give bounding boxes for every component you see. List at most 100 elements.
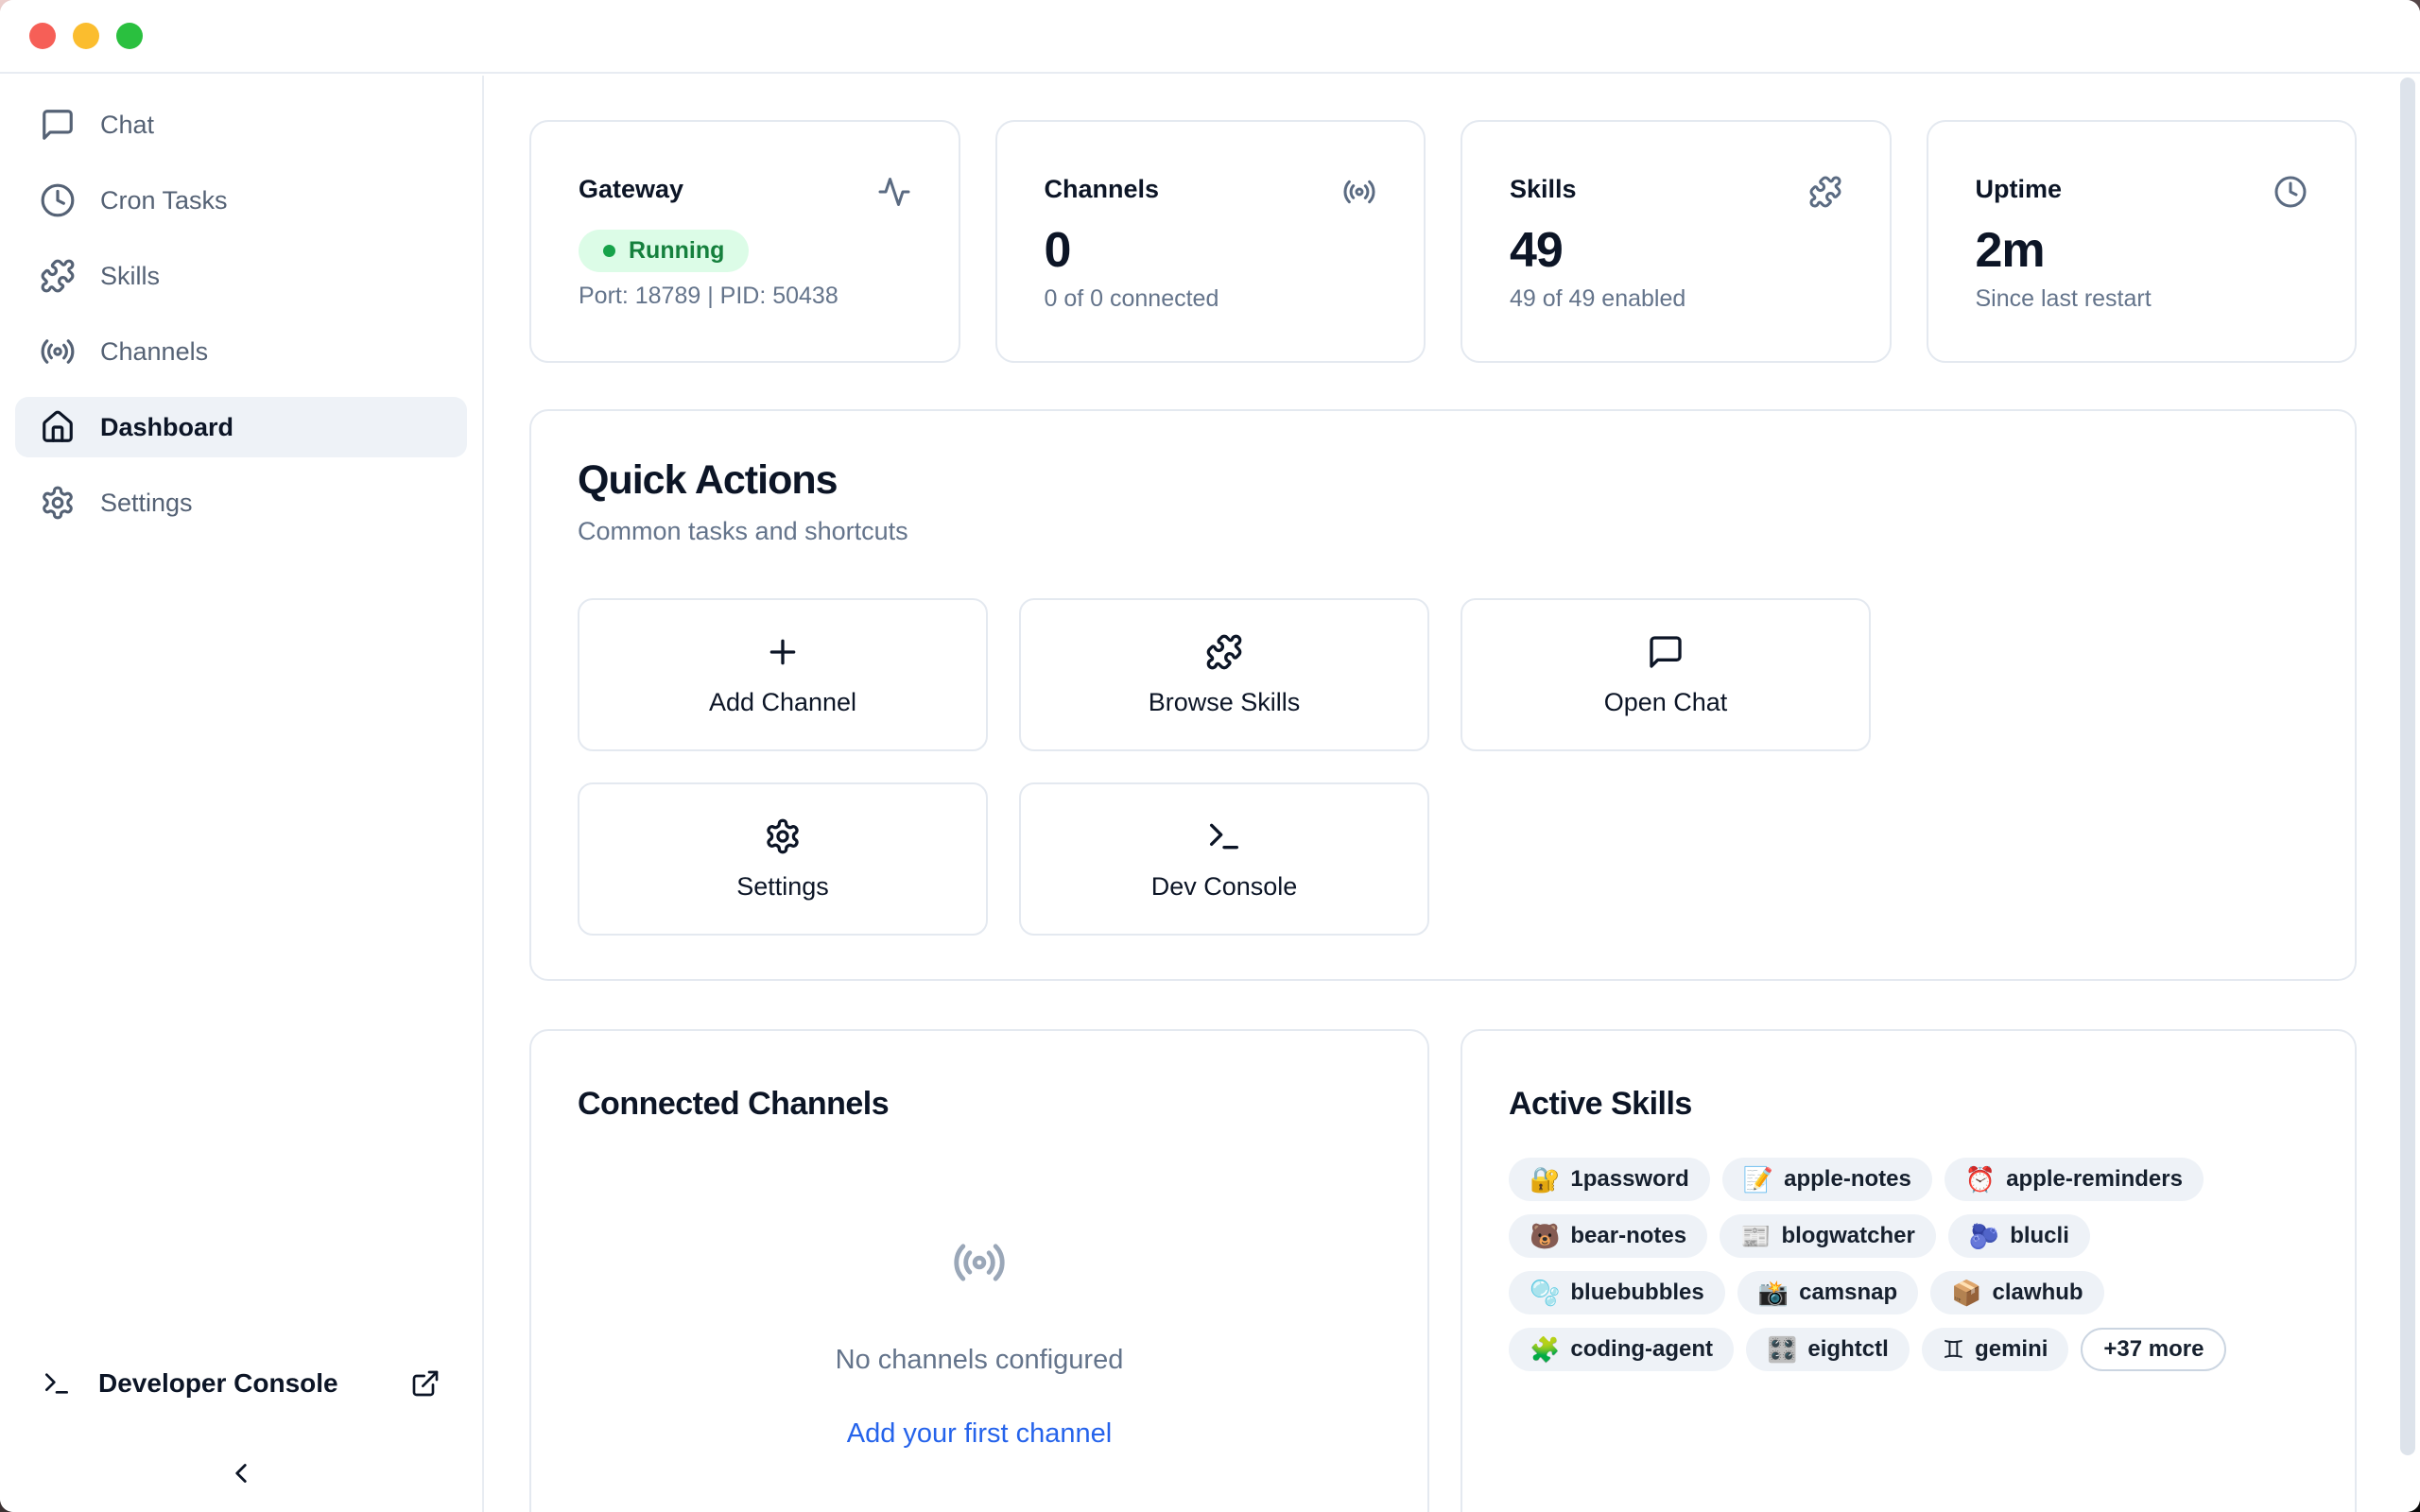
sidebar-item-cron-tasks[interactable]: Cron Tasks (15, 170, 467, 231)
sidebar-item-channels[interactable]: Channels (15, 321, 467, 382)
stats-row: Gateway Running Port: 18789 | PID: 50438… (529, 120, 2357, 363)
skills-detail: 49 of 49 enabled (1510, 284, 1842, 313)
skill-name: clawhub (1993, 1280, 2083, 1306)
radio-icon (40, 334, 76, 369)
quick-actions-grid: Add Channel Browse Skills Open Chat Sett… (578, 598, 2308, 936)
gear-icon (40, 485, 76, 521)
uptime-card: Uptime 2m Since last restart (1927, 120, 2358, 363)
vertical-scrollbar-thumb[interactable] (2400, 77, 2415, 1455)
connected-channels-card: Connected Channels No channels configure… (529, 1029, 1429, 1512)
sidebar-item-label: Channels (100, 337, 208, 367)
developer-console-link[interactable]: Developer Console (42, 1368, 441, 1399)
skill-emoji: 🫐 (1969, 1224, 1999, 1248)
skills-count: 49 (1510, 224, 1842, 277)
sidebar: Chat Cron Tasks Skills Channels Dashboar… (0, 76, 484, 1512)
external-link-icon[interactable] (410, 1368, 441, 1399)
browse-skills-label: Browse Skills (1149, 688, 1301, 717)
clock-icon (40, 182, 76, 218)
add-channel-label: Add Channel (709, 688, 856, 717)
quick-actions-title: Quick Actions (578, 456, 2308, 504)
active-skills-card: Active Skills 🔐1password 📝apple-notes ⏰a… (1461, 1029, 2357, 1512)
skill-name: 1password (1570, 1166, 1688, 1193)
skill-name: blogwatcher (1781, 1223, 1914, 1249)
open-chat-label: Open Chat (1604, 688, 1728, 717)
active-skills-title: Active Skills (1509, 1084, 2308, 1124)
minimize-button[interactable] (73, 23, 99, 49)
skill-chip: 🧩 coding-agent (1509, 1328, 1734, 1371)
skill-emoji: 🎛️ (1767, 1337, 1797, 1362)
sidebar-item-settings[interactable]: Settings (15, 472, 467, 533)
dev-console-button[interactable]: Dev Console (1019, 782, 1429, 936)
radio-icon (1342, 175, 1376, 209)
skill-name: camsnap (1799, 1280, 1897, 1306)
gateway-card: Gateway Running Port: 18789 | PID: 50438 (529, 120, 960, 363)
skills-chip-list: 🔐1password 📝apple-notes ⏰apple-reminders… (1509, 1158, 2308, 1371)
channels-count: 0 (1045, 224, 1377, 277)
puzzle-icon (40, 258, 76, 294)
skill-emoji: 🔐 (1530, 1167, 1560, 1192)
uptime-value: 2m (1976, 224, 2308, 277)
skill-emoji: ♊ (1943, 1337, 1964, 1362)
browse-skills-button[interactable]: Browse Skills (1019, 598, 1429, 751)
channels-empty-state: No channels configured Add your first ch… (578, 1124, 1381, 1451)
add-first-channel-link[interactable]: Add your first channel (847, 1417, 1112, 1451)
show-more-skills-button[interactable]: +37 more (2081, 1328, 2226, 1371)
gateway-status-label: Running (629, 237, 724, 265)
dev-console-label: Dev Console (1151, 872, 1298, 902)
radio-icon (952, 1235, 1007, 1290)
sidebar-item-chat[interactable]: Chat (15, 94, 467, 155)
quick-actions-subtitle: Common tasks and shortcuts (578, 516, 2308, 546)
skill-chip: 📦 clawhub (1930, 1271, 2103, 1314)
sidebar-item-dashboard[interactable]: Dashboard (15, 397, 467, 457)
bottom-section: Connected Channels No channels configure… (529, 1029, 2357, 1512)
skill-chip: 📸camsnap (1737, 1271, 1918, 1314)
skill-emoji: 🧩 (1530, 1337, 1560, 1362)
titlebar (0, 0, 2420, 74)
developer-console-label: Developer Console (98, 1368, 338, 1399)
settings-button[interactable]: Settings (578, 782, 988, 936)
home-icon (40, 409, 76, 445)
terminal-icon (1205, 817, 1243, 855)
skills-card: Skills 49 49 of 49 enabled (1461, 120, 1892, 363)
connected-channels-title: Connected Channels (578, 1084, 1381, 1124)
skill-chip: 🫐blucli (1948, 1214, 2090, 1258)
app-window: Chat Cron Tasks Skills Channels Dashboar… (0, 0, 2420, 1512)
activity-icon (877, 175, 911, 209)
channels-card-title: Channels (1045, 173, 1160, 205)
uptime-card-title: Uptime (1976, 173, 2063, 205)
no-channels-text: No channels configured (836, 1343, 1124, 1377)
chat-icon (40, 107, 76, 143)
skill-emoji: 📦 (1951, 1280, 1981, 1305)
add-channel-button[interactable]: Add Channel (578, 598, 988, 751)
skill-chip: 📰blogwatcher (1720, 1214, 1936, 1258)
channels-card: Channels 0 0 of 0 connected (995, 120, 1426, 363)
skill-name: eightctl (1807, 1336, 1888, 1363)
skill-name: apple-notes (1784, 1166, 1911, 1193)
sidebar-item-label: Dashboard (100, 413, 233, 442)
skill-chip: 🎛️ eightctl (1746, 1328, 1910, 1371)
sidebar-item-skills[interactable]: Skills (15, 246, 467, 306)
clock-icon (2273, 175, 2308, 209)
gateway-detail: Port: 18789 | PID: 50438 (579, 282, 911, 310)
skill-name: coding-agent (1570, 1336, 1713, 1363)
zoom-button[interactable] (116, 23, 143, 49)
sidebar-nav: Chat Cron Tasks Skills Channels Dashboar… (0, 76, 482, 533)
sidebar-item-label: Skills (100, 262, 160, 291)
sidebar-collapse-button[interactable] (42, 1457, 441, 1489)
status-dot (603, 245, 615, 257)
chat-icon (1647, 633, 1685, 671)
skill-emoji: 📝 (1743, 1167, 1773, 1192)
gateway-status-badge: Running (579, 230, 749, 272)
skill-chip: 📝 apple-notes (1722, 1158, 1932, 1201)
skill-chip: ♊ gemini (1922, 1328, 2069, 1371)
skill-chip: 🫧bluebubbles (1509, 1271, 1725, 1314)
skill-name: gemini (1975, 1336, 2048, 1363)
gateway-card-title: Gateway (579, 173, 683, 205)
chevron-left-icon (225, 1457, 257, 1489)
close-button[interactable] (29, 23, 56, 49)
skills-card-title: Skills (1510, 173, 1577, 205)
puzzle-icon (1205, 633, 1243, 671)
skill-name: bluebubbles (1570, 1280, 1703, 1306)
open-chat-button[interactable]: Open Chat (1461, 598, 1871, 751)
main-content: Gateway Running Port: 18789 | PID: 50438… (486, 76, 2420, 1512)
